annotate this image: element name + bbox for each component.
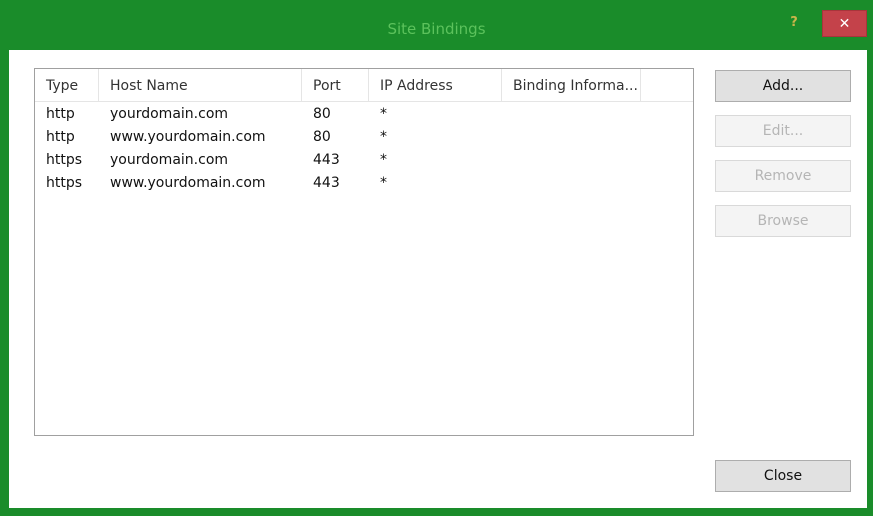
column-header-ip-address[interactable]: IP Address	[369, 69, 502, 101]
list-header: Type Host Name Port IP Address Binding I…	[35, 69, 693, 102]
dialog-client-area: Type Host Name Port IP Address Binding I…	[9, 50, 867, 508]
window-title: Site Bindings	[387, 20, 486, 38]
cell-ip-address: *	[380, 129, 387, 145]
column-header-port[interactable]: Port	[302, 69, 369, 101]
cell-host-name: yourdomain.com	[110, 106, 229, 122]
close-button[interactable]: Close	[715, 460, 851, 492]
browse-button[interactable]: Browse	[715, 205, 851, 237]
edit-button[interactable]: Edit...	[715, 115, 851, 147]
site-bindings-window: Site Bindings ? ✕ Type Host Name Port IP…	[0, 0, 873, 516]
window-close-button[interactable]: ✕	[822, 10, 867, 37]
cell-host-name: yourdomain.com	[110, 152, 229, 168]
add-button[interactable]: Add...	[715, 70, 851, 102]
table-row[interactable]: https yourdomain.com 443 *	[35, 149, 693, 172]
cell-port: 443	[313, 152, 340, 168]
cell-binding-information	[502, 103, 641, 126]
cell-binding-information	[502, 126, 641, 149]
help-icon[interactable]: ?	[780, 12, 808, 34]
cell-type: https	[46, 152, 83, 168]
table-row[interactable]: http www.yourdomain.com 80 *	[35, 126, 693, 149]
title-bar[interactable]: Site Bindings ? ✕	[0, 0, 873, 50]
remove-button[interactable]: Remove	[715, 160, 851, 192]
cell-host-name: www.yourdomain.com	[110, 175, 266, 191]
cell-port: 80	[313, 129, 331, 145]
column-header-type[interactable]: Type	[35, 69, 99, 101]
column-header-host-name[interactable]: Host Name	[99, 69, 302, 101]
cell-port: 80	[313, 106, 331, 122]
cell-host-name: www.yourdomain.com	[110, 129, 266, 145]
bindings-list[interactable]: Type Host Name Port IP Address Binding I…	[34, 68, 694, 436]
table-row[interactable]: http yourdomain.com 80 *	[35, 103, 693, 126]
cell-port: 443	[313, 175, 340, 191]
cell-type: http	[46, 129, 75, 145]
cell-ip-address: *	[380, 175, 387, 191]
cell-type: https	[46, 175, 83, 191]
table-row[interactable]: https www.yourdomain.com 443 *	[35, 172, 693, 195]
cell-type: http	[46, 106, 75, 122]
cell-ip-address: *	[380, 106, 387, 122]
column-header-binding-information[interactable]: Binding Informa...	[502, 69, 641, 101]
cell-binding-information	[502, 172, 641, 195]
cell-binding-information	[502, 149, 641, 172]
cell-ip-address: *	[380, 152, 387, 168]
